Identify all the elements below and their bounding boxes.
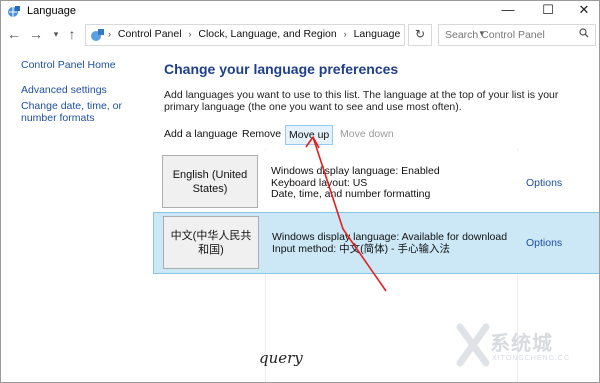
- search-placeholder: Search Control Panel: [445, 29, 545, 41]
- maximize-icon[interactable]: ☐: [531, 1, 565, 21]
- title-bar: Language — ☐ ✕: [1, 1, 599, 23]
- language-row-chinese[interactable]: 中文(中华人民共和国) Windows display language: Av…: [153, 212, 599, 274]
- move-up-button[interactable]: Move up: [285, 125, 334, 145]
- sidebar: Control Panel Home Advanced settings Cha…: [21, 59, 151, 137]
- recent-locations-icon[interactable]: ▾: [49, 29, 63, 40]
- language-globe-icon: [8, 6, 20, 17]
- detail-line: Windows display language: Available for …: [272, 231, 508, 243]
- sidebar-item-control-panel-home[interactable]: Control Panel Home: [21, 59, 151, 71]
- chevron-right-icon: ›: [343, 29, 347, 39]
- address-box[interactable]: › Control Panel › Clock, Language, and R…: [85, 24, 486, 46]
- language-name-english[interactable]: English (United States): [162, 155, 258, 208]
- language-row-english[interactable]: English (United States) Windows display …: [153, 151, 599, 213]
- main-content: Change your language preferences Add lan…: [164, 61, 584, 113]
- language-details-chinese: Windows display language: Available for …: [272, 231, 508, 255]
- detail-line: Windows display language: Enabled: [271, 165, 440, 177]
- back-arrow-icon[interactable]: ←: [7, 26, 21, 42]
- watermark-text: 系统城: [490, 333, 553, 355]
- window-title: Language: [27, 5, 76, 17]
- language-details-english: Windows display language: Enabled Keyboa…: [271, 165, 440, 201]
- breadcrumb-clock-language-region[interactable]: Clock, Language, and Region: [198, 28, 336, 40]
- search-input[interactable]: Search Control Panel: [438, 24, 596, 46]
- breadcrumb-control-panel[interactable]: Control Panel: [118, 28, 182, 40]
- detail-line: Date, time, and number formatting: [271, 188, 431, 200]
- forward-arrow-icon[interactable]: →: [29, 26, 43, 42]
- move-down-button: Move down: [340, 128, 394, 140]
- add-language-button[interactable]: Add a language: [161, 125, 241, 143]
- control-panel-icon: [91, 29, 104, 41]
- up-arrow-icon[interactable]: ↑: [65, 26, 79, 42]
- handwritten-signature: query: [259, 349, 303, 367]
- breadcrumb-language[interactable]: Language: [354, 28, 401, 40]
- search-icon: [579, 28, 589, 38]
- watermark-x-icon: [456, 323, 490, 367]
- options-link-chinese[interactable]: Options: [526, 237, 562, 249]
- minimize-icon[interactable]: —: [491, 1, 525, 21]
- address-bar: ← → ▾ ↑ › Control Panel › Clock, Languag…: [1, 23, 599, 47]
- chevron-right-icon: ›: [108, 29, 111, 39]
- watermark-subtext: XITONGCHENG.CC: [492, 355, 571, 362]
- sidebar-item-advanced-settings[interactable]: Advanced settings: [21, 84, 151, 96]
- page-title: Change your language preferences: [164, 61, 399, 77]
- chevron-right-icon: ›: [188, 29, 192, 39]
- breadcrumb: › Control Panel › Clock, Language, and R…: [108, 28, 404, 40]
- refresh-icon[interactable]: ↻: [408, 24, 432, 46]
- remove-button[interactable]: Remove: [239, 125, 284, 143]
- detail-line: Input method: 中文(简体) - 手心输入法: [272, 242, 450, 255]
- close-icon[interactable]: ✕: [567, 1, 599, 21]
- sidebar-item-date-time-formats[interactable]: Change date, time, or number formats: [21, 100, 151, 124]
- watermark-logo: 系统城 XITONGCHENG.CC: [456, 319, 596, 377]
- options-link-english[interactable]: Options: [526, 177, 562, 189]
- page-description: Add languages you want to use to this li…: [164, 89, 559, 113]
- language-name-chinese[interactable]: 中文(中华人民共和国): [163, 216, 259, 269]
- language-window: Language — ☐ ✕ ← → ▾ ↑ › Control Panel ›…: [0, 0, 600, 383]
